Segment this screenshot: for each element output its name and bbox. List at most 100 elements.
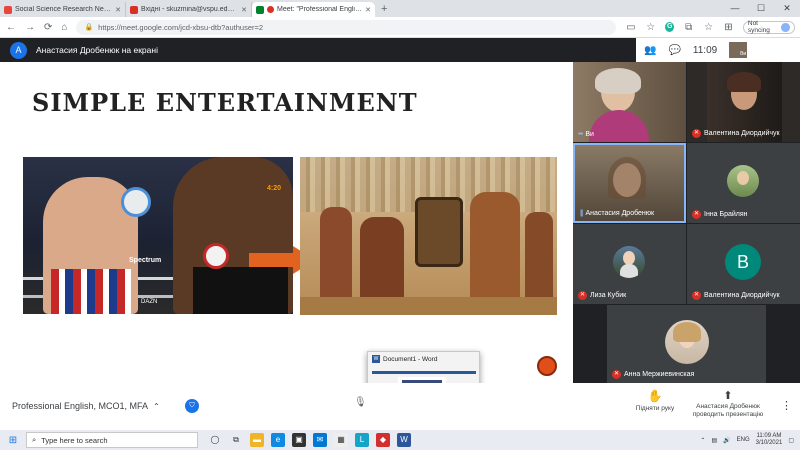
task-view-icon[interactable]: ◯ <box>208 433 222 447</box>
close-window-icon[interactable]: ✕ <box>774 0 800 17</box>
window-controls: — ☐ ✕ <box>722 0 800 17</box>
taskbar-search-box[interactable]: ⌕ Type here to search <box>26 432 198 448</box>
people-icon[interactable]: 👥 <box>644 45 656 56</box>
participant-name: ✕ Валентина Диордийчук <box>692 291 780 300</box>
microphone-icon[interactable]: 🎙 <box>354 397 370 415</box>
participant-name: ✕ Валентина Диордийчук <box>692 129 780 138</box>
participant-name: ✕ Лиза Кубик <box>578 291 627 300</box>
avatar <box>665 320 709 364</box>
file-explorer-icon[interactable]: ▬ <box>250 433 264 447</box>
browser-tab-bar: Social Science Research Network ✕ Вхідні… <box>0 0 800 17</box>
participant-tile[interactable]: ✕ Анна Мержиевинская <box>607 305 766 383</box>
system-tray: ⌃ ▤ 🔊 ENG 11:09 AM 3/10/2021 ▢ <box>700 433 800 447</box>
mail-icon[interactable]: ✉ <box>313 433 327 447</box>
minimize-icon[interactable]: — <box>722 0 748 17</box>
meeting-details-button[interactable]: Professional English, MCO1, MFA ⌃ <box>12 401 160 411</box>
sync-label: Not syncing <box>747 20 770 34</box>
participant-name: ✕ Анна Мержиевинская <box>612 370 695 379</box>
search-icon: ⌕ <box>32 435 37 444</box>
browser-toolbar: ← → ⟳ ⌂ 🔒 https://meet.google.com/jcd-xb… <box>0 17 800 38</box>
raise-hand-label: Підняти руку <box>635 405 675 412</box>
mic-off-icon: ✕ <box>692 210 701 219</box>
participant-tile[interactable]: ||| Анастасия Дробенюк <box>573 143 686 223</box>
presenter-banner: А Анастасия Дробенюк на екрані <box>0 38 636 62</box>
toolbar-right: ▭ ☆ G ⧉ ☆ ⊞ Not syncing ⋯ <box>625 20 800 34</box>
word-app-icon[interactable]: W <box>397 433 411 447</box>
recording-indicator-icon[interactable] <box>537 356 557 376</box>
back-arrow-icon[interactable]: ← <box>6 22 16 33</box>
url-text: https://meet.google.com/jcd-xbsu-dtb?aut… <box>98 22 264 32</box>
multitask-icon[interactable]: ⧉ <box>229 433 243 447</box>
boxing-image: Spectrum 4:20 DAZN <box>23 157 293 314</box>
close-tab-icon[interactable]: ✕ <box>115 6 121 14</box>
new-tab-button[interactable]: + <box>375 2 393 17</box>
favorite-star-icon[interactable]: ☆ <box>645 22 656 33</box>
chat-icon[interactable]: 💬 <box>668 45 680 56</box>
profile-avatar <box>781 22 790 32</box>
present-screen-icon: ⬆ <box>723 390 733 402</box>
speaking-indicator-icon: ••• <box>578 131 583 138</box>
presenter-banner-text: Анастасия Дробенюк на екрані <box>36 45 158 55</box>
lingvo-icon[interactable]: L <box>355 433 369 447</box>
participant-tile[interactable]: ✕ Валентина Диордийчук <box>687 62 800 142</box>
lock-icon: 🔒 <box>84 24 94 31</box>
participant-name: ||| Анастасия Дробенюк <box>580 210 655 217</box>
participant-tile[interactable]: ✕ Інна Брайлян <box>687 143 800 223</box>
recording-dot-icon <box>267 6 274 13</box>
presenter-avatar: А <box>10 41 27 59</box>
meet-area: А Анастасия Дробенюк на екрані 👥 💬 11:09… <box>0 38 800 383</box>
participant-tile[interactable]: В ✕ Валентина Диордийчук <box>687 224 800 304</box>
presenting-button[interactable]: ⬆ Анастасия Дробенюк проводить презентац… <box>688 389 768 419</box>
store-icon[interactable]: ▣ <box>292 433 306 447</box>
tab-title: Вхідні - skuzmina@vspu.edu.ua <box>141 6 239 13</box>
word-preview-title: Document1 - Word <box>383 355 438 363</box>
meet-control-bar: Professional English, MCO1, MFA ⌃ ⛉ 🎙 ✋ … <box>0 383 800 430</box>
forward-arrow-icon[interactable]: → <box>25 22 35 33</box>
maximize-icon[interactable]: ☐ <box>748 0 774 17</box>
close-tab-icon[interactable]: ✕ <box>241 6 247 14</box>
gladiators-image <box>300 157 557 315</box>
participant-tile[interactable]: ••• Ви <box>573 62 686 142</box>
favorites-icon[interactable]: ☆ <box>703 22 714 33</box>
windows-start-icon[interactable]: ⊞ <box>0 435 26 446</box>
mic-off-icon: ✕ <box>692 291 701 300</box>
taskbar-clock[interactable]: 11:09 AM 3/10/2021 <box>756 433 783 447</box>
browser-tab-gmail[interactable]: Вхідні - skuzmina@vspu.edu.ua ✕ <box>126 2 252 17</box>
extensions-icon[interactable]: ⧉ <box>683 22 694 33</box>
edge-browser-icon[interactable]: e <box>271 433 285 447</box>
host-controls-shield-icon[interactable]: ⛉ <box>185 399 199 413</box>
participant-name: ✕ Інна Брайлян <box>692 210 748 219</box>
gmail-favicon-icon <box>130 5 138 14</box>
address-bar[interactable]: 🔒 https://meet.google.com/jcd-xbsu-dtb?a… <box>76 19 617 35</box>
close-tab-icon[interactable]: ✕ <box>365 6 371 14</box>
browser-tab-ssrn[interactable]: Social Science Research Network ✕ <box>0 2 126 17</box>
chevron-up-icon: ⌃ <box>153 401 160 411</box>
hand-icon: ✋ <box>647 389 663 403</box>
ssrn-favicon-icon <box>4 5 12 14</box>
network-icon[interactable]: ▤ <box>711 437 717 444</box>
tab-title: Meet: "Professional English <box>277 6 363 13</box>
reload-icon[interactable]: ⟳ <box>44 22 52 33</box>
language-indicator[interactable]: ENG <box>737 437 750 443</box>
pinned-apps: ◯ ⧉ ▬ e ▣ ✉ ▦ L ◆ W <box>208 433 411 447</box>
volume-icon[interactable]: 🔊 <box>723 437 730 444</box>
profile-sync-button[interactable]: Not syncing <box>742 20 795 34</box>
raise-hand-button[interactable]: ✋ Підняти руку <box>625 389 685 412</box>
word-icon: W <box>372 355 380 363</box>
tray-up-arrow-icon[interactable]: ⌃ <box>700 437 705 444</box>
pdf-reader-icon[interactable]: ◆ <box>376 433 390 447</box>
participant-tile[interactable]: ✕ Лиза Кубик <box>573 224 686 304</box>
windows-taskbar: ⊞ ⌕ Type here to search ◯ ⧉ ▬ e ▣ ✉ ▦ L … <box>0 430 800 450</box>
self-view-mini[interactable]: Ви <box>729 42 748 58</box>
tab-title: Social Science Research Network <box>15 6 113 13</box>
grammarly-extension-icon[interactable]: G <box>665 22 675 32</box>
notifications-icon[interactable]: ▢ <box>788 437 794 444</box>
camera-permission-icon[interactable]: ▭ <box>625 22 636 33</box>
sticky-icon[interactable]: ▦ <box>334 433 348 447</box>
home-icon[interactable]: ⌂ <box>61 22 67 33</box>
collections-icon[interactable]: ⊞ <box>723 22 734 33</box>
more-options-icon[interactable]: ⋮ <box>781 399 792 412</box>
browser-tab-meet[interactable]: Meet: "Professional English ✕ <box>252 2 375 17</box>
avatar <box>727 165 759 197</box>
avatar: В <box>725 244 761 280</box>
